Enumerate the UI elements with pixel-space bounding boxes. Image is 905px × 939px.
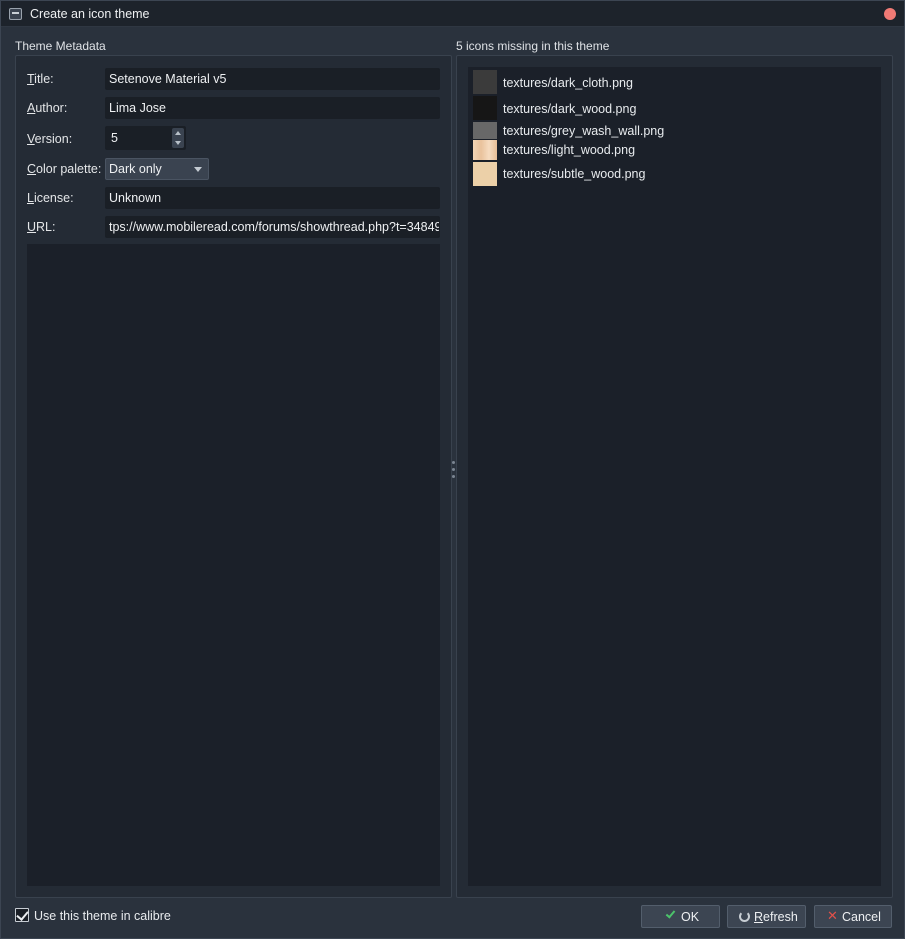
decrement-arrow-icon[interactable] [172, 138, 184, 148]
texture-thumbnail-icon [473, 96, 497, 120]
color-palette-value: Dark only [109, 162, 162, 176]
list-item[interactable]: textures/dark_cloth.png [473, 70, 873, 94]
texture-thumbnail-icon [473, 162, 497, 186]
title-field[interactable]: Setenove Material v5 [105, 68, 440, 90]
author-label: Author: [27, 101, 68, 115]
refresh-label: Refresh [754, 910, 798, 924]
missing-icons-label: 5 icons missing in this theme [456, 39, 610, 53]
use-theme-label: Use this theme in calibre [34, 909, 171, 923]
list-item[interactable]: textures/dark_wood.png [473, 96, 873, 120]
cancel-x-icon: ✕ [827, 908, 838, 923]
app-window-icon [9, 8, 22, 20]
list-item-label: textures/light_wood.png [503, 143, 636, 157]
url-label: URL: [27, 220, 56, 234]
list-item-label: textures/dark_cloth.png [503, 76, 633, 90]
color-palette-dropdown[interactable]: Dark only [105, 158, 209, 180]
refresh-icon [739, 911, 750, 922]
license-label: License: [27, 191, 74, 205]
description-area[interactable] [27, 244, 440, 886]
increment-arrow-icon[interactable] [172, 128, 184, 138]
chevron-down-icon [194, 167, 202, 172]
theme-metadata-label: Theme Metadata [15, 39, 106, 53]
list-item[interactable]: textures/grey_wash_wall.png [473, 122, 873, 140]
cancel-button[interactable]: ✕ Cancel [814, 905, 892, 928]
license-field[interactable]: Unknown [105, 187, 440, 209]
version-stepper [172, 128, 184, 148]
list-item-label: textures/grey_wash_wall.png [503, 124, 665, 138]
list-item-label: textures/dark_wood.png [503, 102, 637, 116]
title-bar: Create an icon theme [1, 1, 904, 27]
close-icon[interactable] [884, 8, 896, 20]
list-item[interactable]: textures/subtle_wood.png [473, 162, 873, 186]
texture-thumbnail-icon [473, 140, 497, 160]
list-item-label: textures/subtle_wood.png [503, 167, 646, 181]
ok-button[interactable]: OK [641, 905, 720, 928]
use-theme-checkbox[interactable] [15, 908, 29, 922]
ok-label: OK [681, 910, 700, 924]
missing-icons-list[interactable]: textures/dark_cloth.png textures/dark_wo… [468, 67, 881, 886]
list-item[interactable]: textures/light_wood.png [473, 140, 873, 160]
title-label: Title: [27, 72, 54, 86]
cancel-label: Cancel [842, 910, 881, 924]
texture-thumbnail-icon [473, 122, 497, 139]
version-value: 5 [111, 131, 118, 145]
window-title: Create an icon theme [30, 7, 150, 21]
palette-label: Color palette: [27, 162, 102, 176]
version-spinbox[interactable]: 5 [105, 126, 186, 150]
texture-thumbnail-icon [473, 70, 497, 94]
check-icon [665, 908, 676, 919]
version-label: Version: [27, 132, 73, 146]
url-field[interactable]: tps://www.mobileread.com/forums/showthre… [105, 216, 440, 238]
refresh-button[interactable]: Refresh [727, 905, 806, 928]
author-field[interactable]: Lima Jose [105, 97, 440, 119]
create-icon-theme-dialog: Create an icon theme Theme Metadata Titl… [0, 0, 905, 939]
